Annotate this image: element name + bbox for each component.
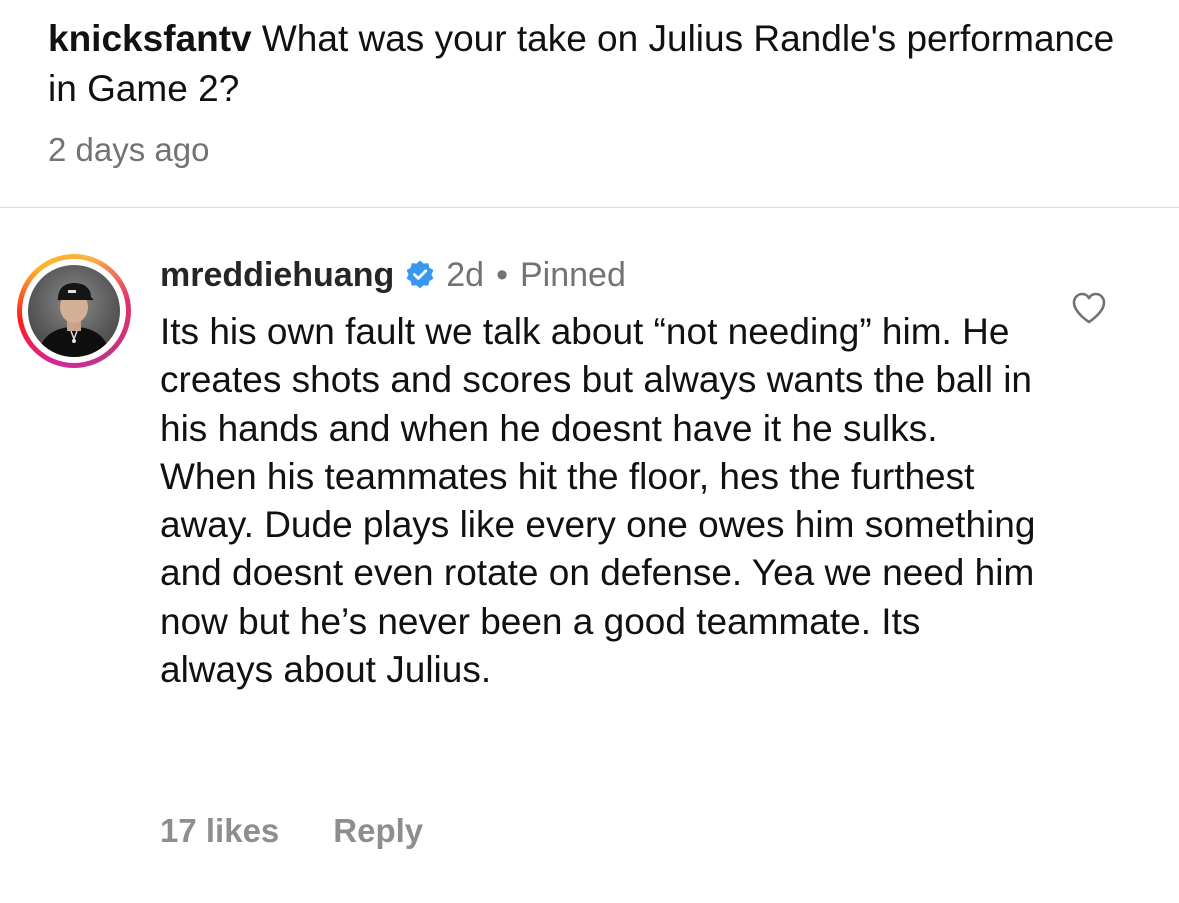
divider [0, 207, 1179, 208]
like-heart-icon[interactable] [1071, 291, 1107, 325]
comment-username[interactable]: mreddiehuang [160, 256, 394, 295]
comment-header: mreddiehuang 2d • Pinned [160, 252, 626, 298]
verified-badge-icon [404, 259, 436, 291]
question-text-block: knicksfantv What was your take on Julius… [48, 14, 1128, 114]
likes-count[interactable]: 17 likes [160, 812, 279, 850]
person-icon [38, 283, 110, 357]
comment-body: Its his own fault we talk about “not nee… [160, 311, 1036, 691]
avatar-story-ring[interactable] [17, 254, 131, 368]
question-username[interactable]: knicksfantv [48, 18, 252, 59]
reply-button[interactable]: Reply [333, 812, 423, 850]
separator-dot: • [496, 255, 508, 294]
question-timestamp: 2 days ago [48, 131, 210, 168]
comment-timestamp: 2d [446, 255, 485, 294]
comment-footer: 17 likes Reply [160, 812, 423, 850]
avatar [28, 265, 120, 357]
avatar-ring-gap [22, 259, 126, 363]
pinned-label: Pinned [519, 255, 626, 294]
